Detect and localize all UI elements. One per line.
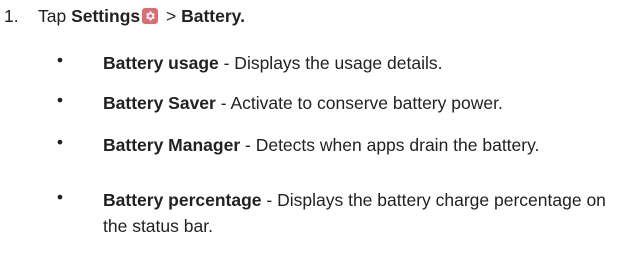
- item-description: - Displays the usage details.: [218, 53, 443, 73]
- item-title: Battery Saver: [103, 93, 216, 113]
- settings-label: Settings: [71, 6, 141, 26]
- step-number: 1.: [4, 6, 19, 26]
- instruction-document: 1. Tap Settings > Battery. • Battery usag…: [0, 0, 617, 253]
- step-prefix: Tap: [38, 6, 72, 26]
- item-text: Battery Manager - Detects when apps drai…: [103, 132, 613, 158]
- item-title: Battery Manager: [103, 135, 241, 155]
- bullet: •: [56, 90, 64, 110]
- gear-icon: [142, 8, 159, 24]
- item-text: Battery Saver - Activate to conserve bat…: [103, 90, 613, 116]
- step-1: 1. Tap Settings > Battery.: [0, 6, 245, 28]
- bullet: •: [56, 132, 64, 152]
- item-title: Battery percentage: [103, 190, 262, 210]
- item-description: - Detects when apps drain the battery.: [240, 135, 540, 155]
- bullet: •: [56, 187, 64, 207]
- item-text: Battery usage - Displays the usage detai…: [103, 50, 613, 76]
- item-title: Battery usage: [103, 53, 219, 73]
- item-description: - Activate to conserve battery power.: [215, 93, 503, 113]
- battery-label: Battery.: [181, 6, 245, 26]
- step-separator: >: [161, 6, 182, 26]
- item-text: Battery percentage - Displays the batter…: [103, 187, 613, 239]
- bullet: •: [56, 50, 64, 70]
